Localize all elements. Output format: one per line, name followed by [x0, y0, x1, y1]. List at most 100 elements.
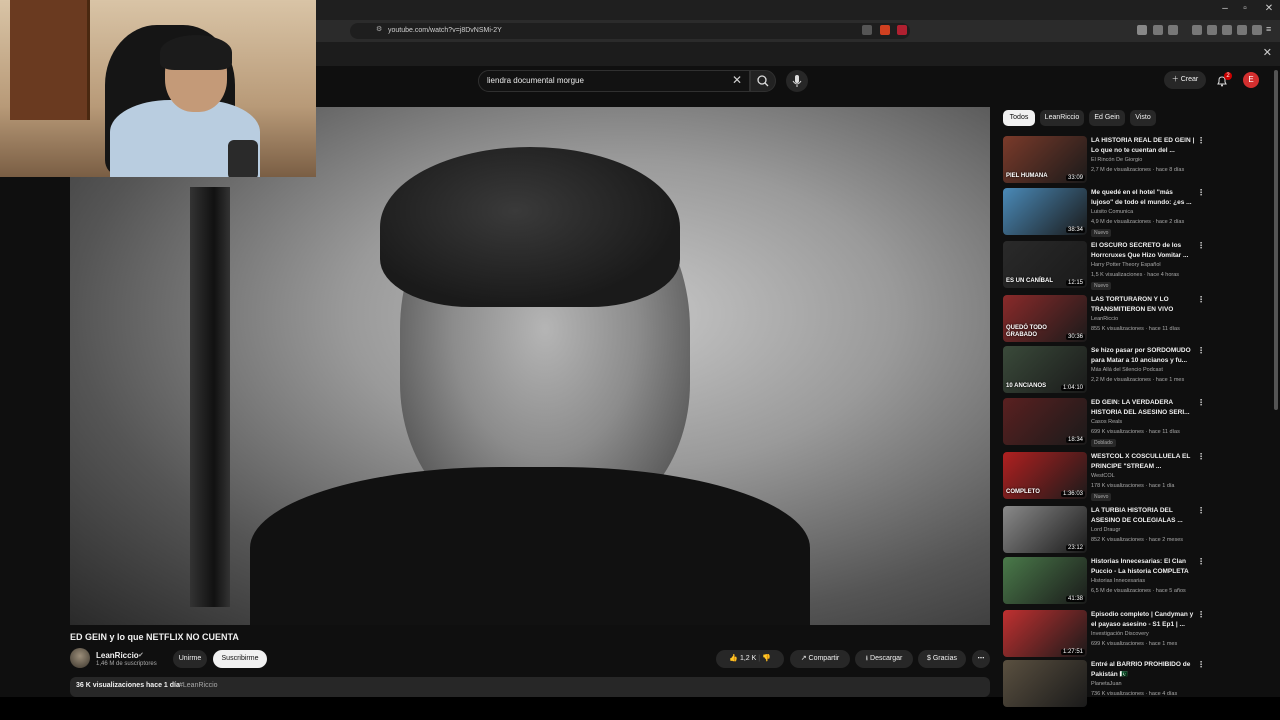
extension-icon[interactable]	[1137, 25, 1147, 35]
site-info-icon[interactable]: ⚙	[376, 25, 382, 33]
more-options-icon[interactable]: ⋮	[1197, 188, 1205, 197]
channel-name[interactable]: LeanRiccio	[96, 651, 139, 660]
recommended-channel[interactable]: Casos Reals	[1091, 419, 1122, 425]
create-label: Crear	[1180, 76, 1199, 83]
recommended-channel[interactable]: Más Allá del Silencio Podcast	[1091, 367, 1163, 373]
recommended-title[interactable]: Entré al BARRIO PROHIBIDO de Pakistán 🇵🇰	[1091, 660, 1195, 680]
close-window-icon[interactable]: ✕	[1262, 3, 1276, 14]
search-button[interactable]	[750, 70, 776, 92]
join-button[interactable]: Unirme	[173, 650, 207, 668]
like-dislike-group[interactable]: 👍 1,2 K | 👎	[716, 650, 784, 668]
recommended-video-item[interactable]: 18:34 ED GEIN: LA VERDADERA HISTORIA DEL …	[1003, 398, 1205, 448]
thumbs-up-icon[interactable]: 👍	[729, 655, 738, 662]
chip-watched[interactable]: Visto	[1130, 110, 1156, 126]
recommended-title[interactable]: Historias Innecesarias: El Clan Puccio -…	[1091, 557, 1195, 577]
recommended-title[interactable]: Se hizo pasar por SORDOMUDO para Matar a…	[1091, 346, 1195, 366]
verified-icon: ✔	[138, 652, 144, 659]
recommended-video-item[interactable]: 10 ANCIANOS 1:04:10 Se hizo pasar por SORD…	[1003, 346, 1205, 396]
video-thumbnail[interactable]: PIEL HUMANA 33:09	[1003, 136, 1087, 183]
vpn-icon[interactable]	[1252, 25, 1262, 35]
sidebar-icon[interactable]	[1207, 25, 1217, 35]
rewards-icon[interactable]	[897, 25, 907, 35]
video-thumbnail[interactable]: 23:12	[1003, 506, 1087, 553]
recommended-channel[interactable]: Lord Draugr	[1091, 527, 1120, 533]
extension-icon[interactable]	[1237, 25, 1247, 35]
more-options-icon[interactable]: ⋮	[1197, 346, 1205, 355]
video-thumbnail[interactable]	[1003, 660, 1087, 707]
wallet-icon[interactable]	[1222, 25, 1232, 35]
recommended-title[interactable]: El OSCURO SECRETO de los Horrcruxes Que …	[1091, 241, 1195, 261]
video-thumbnail[interactable]: ES UN CANÍBAL 12:15	[1003, 241, 1087, 288]
extension-icon[interactable]	[1153, 25, 1163, 35]
recommended-title[interactable]: LA TURBIA HISTORIA DEL ASESINO DE COLEGI…	[1091, 506, 1195, 526]
scrollbar[interactable]	[1274, 70, 1278, 410]
create-button[interactable]: ＋ Crear	[1164, 71, 1206, 89]
more-options-icon[interactable]: ⋮	[1197, 398, 1205, 407]
account-avatar[interactable]: E	[1243, 72, 1259, 88]
recommended-title[interactable]: Episodio completo | Candyman y el payaso…	[1091, 610, 1195, 630]
search-input[interactable]: liendra documental morgue	[478, 70, 750, 92]
video-thumbnail[interactable]: QUEDÓ TODO GRABADO 30:36	[1003, 295, 1087, 342]
close-icon[interactable]: ✕	[1263, 46, 1272, 59]
video-thumbnail[interactable]: 41:38	[1003, 557, 1087, 604]
more-options-icon[interactable]: ⋮	[1197, 452, 1205, 461]
video-thumbnail[interactable]: COMPLETO 1:36:03	[1003, 452, 1087, 499]
video-thumbnail[interactable]: 1:27:51	[1003, 610, 1087, 657]
more-options-icon[interactable]: ⋮	[1197, 557, 1205, 566]
recommended-channel[interactable]: PlanetaJuan	[1091, 681, 1122, 687]
subscribe-button[interactable]: Suscribirme	[213, 650, 267, 668]
clear-search-icon[interactable]: ✕	[732, 73, 742, 87]
recommended-channel[interactable]: Harry Potter Theory Español	[1091, 262, 1161, 268]
recommended-video-item[interactable]: 38:34 Me quedé en el hotel "más lujoso" d…	[1003, 188, 1205, 238]
video-subject-hair	[380, 147, 680, 307]
recommended-channel[interactable]: El Rincón De Giorgio	[1091, 157, 1142, 163]
download-button[interactable]: ⭳ Descargar	[855, 650, 913, 668]
thanks-button[interactable]: $ Gracias	[918, 650, 966, 668]
hashtag-link[interactable]: #LeanRiccio	[179, 682, 218, 689]
recommended-title[interactable]: LA HISTORIA REAL DE ED GEIN | Lo que no …	[1091, 136, 1195, 156]
recommended-channel[interactable]: Historias Innecesarias	[1091, 578, 1145, 584]
more-options-icon[interactable]: ⋮	[1197, 660, 1205, 669]
music-icon[interactable]	[1192, 25, 1202, 35]
video-thumbnail[interactable]: 18:34	[1003, 398, 1087, 445]
more-options-icon[interactable]: ⋮	[1197, 295, 1205, 304]
minimize-icon[interactable]: –	[1218, 3, 1232, 14]
recommended-video-item[interactable]: Entré al BARRIO PROHIBIDO de Pakistán 🇵🇰…	[1003, 660, 1205, 710]
menu-icon[interactable]: ≡	[1266, 24, 1271, 34]
maximize-icon[interactable]: ▫	[1238, 3, 1252, 14]
brave-shield-icon[interactable]	[880, 25, 890, 35]
more-options-icon[interactable]: ⋮	[1197, 241, 1205, 250]
more-options-icon[interactable]: ⋮	[1197, 136, 1205, 145]
recommended-video-item[interactable]: PIEL HUMANA 33:09 LA HISTORIA REAL DE ED G…	[1003, 136, 1205, 186]
address-bar[interactable]: youtube.com/watch?v=j8DvNSMi-2Y	[350, 23, 910, 39]
recommended-video-item[interactable]: 1:27:51 Episodio completo | Candyman y el…	[1003, 610, 1205, 660]
recommended-video-item[interactable]: 41:38 Historias Innecesarias: El Clan Puc…	[1003, 557, 1205, 607]
recommended-video-item[interactable]: 23:12 LA TURBIA HISTORIA DEL ASESINO DE C…	[1003, 506, 1205, 556]
more-actions-button[interactable]: ⋯	[972, 650, 990, 668]
recommended-title[interactable]: LAS TORTURARON Y LO TRANSMITIERON EN VIV…	[1091, 295, 1195, 315]
recommended-title[interactable]: ED GEIN: LA VERDADERA HISTORIA DEL ASESI…	[1091, 398, 1195, 418]
recommended-channel[interactable]: LeanRiccio	[1091, 316, 1118, 322]
more-options-icon[interactable]: ⋮	[1197, 610, 1205, 619]
video-thumbnail[interactable]: 10 ANCIANOS 1:04:10	[1003, 346, 1087, 393]
chip-leanriccio[interactable]: LeanRiccio	[1040, 110, 1084, 126]
more-options-icon[interactable]: ⋮	[1197, 506, 1205, 515]
recommended-title[interactable]: Me quedé en el hotel "más lujoso" de tod…	[1091, 188, 1195, 208]
share-button[interactable]: ↗ Compartir	[790, 650, 850, 668]
recommended-channel[interactable]: WestCOL	[1091, 473, 1115, 479]
recommended-channel[interactable]: Luisito Comunica	[1091, 209, 1133, 215]
recommended-channel[interactable]: Investigación Discovery	[1091, 631, 1149, 637]
recommended-video-item[interactable]: ES UN CANÍBAL 12:15 El OSCURO SECRETO de l…	[1003, 241, 1205, 291]
chip-ed-gein[interactable]: Ed Gein	[1089, 110, 1125, 126]
recommended-title[interactable]: WESTCOL X COSCULLUELA EL PRINCIPE "STREA…	[1091, 452, 1195, 472]
recommended-video-item[interactable]: QUEDÓ TODO GRABADO 30:36 LAS TORTURARON Y …	[1003, 295, 1205, 345]
recommended-video-item[interactable]: COMPLETO 1:36:03 WESTCOL X COSCULLUELA EL …	[1003, 452, 1205, 502]
video-thumbnail[interactable]: 38:34	[1003, 188, 1087, 235]
channel-avatar[interactable]	[70, 648, 90, 668]
chip-all[interactable]: Todos	[1003, 110, 1035, 126]
cast-icon[interactable]	[862, 25, 872, 35]
thumbs-down-icon[interactable]: 👎	[762, 655, 771, 662]
video-player[interactable]	[70, 107, 990, 625]
voice-search-button[interactable]	[786, 70, 808, 92]
extension-icon[interactable]	[1168, 25, 1178, 35]
